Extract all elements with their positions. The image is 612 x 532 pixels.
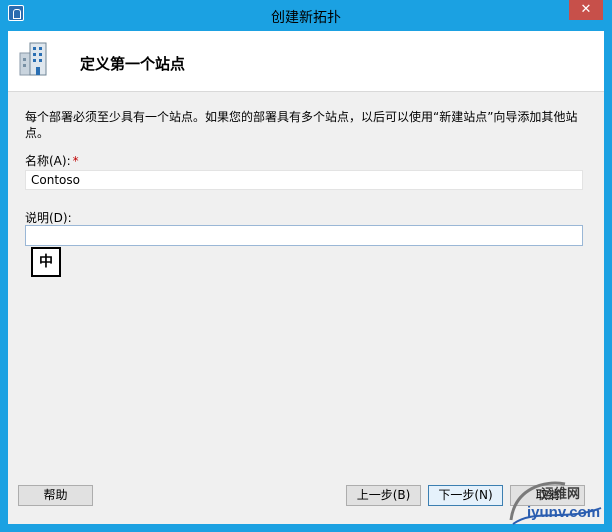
name-label: 名称(A): * [25, 152, 79, 169]
ime-mode-indicator[interactable]: 中 [31, 247, 61, 277]
wizard-header: 定义第一个站点 [8, 31, 604, 92]
previous-button[interactable]: 上一步(B) [346, 485, 421, 506]
name-input[interactable] [25, 170, 583, 190]
instruction-text: 每个部署必须至少具有一个站点。如果您的部署具有多个站点，以后可以使用“新建站点”… [25, 110, 578, 140]
dialog-client: 定义第一个站点 每个部署必须至少具有一个站点。如果您的部署具有多个站点，以后可以… [8, 31, 604, 524]
cancel-button[interactable]: 取消 [510, 485, 585, 506]
required-marker: * [72, 154, 79, 168]
description-input[interactable] [25, 225, 583, 246]
window-title: 创建新拓扑 [271, 10, 341, 26]
help-button[interactable]: 帮助 [18, 485, 93, 506]
description-label: 说明(D): [25, 211, 72, 225]
next-button[interactable]: 下一步(N) [428, 485, 503, 506]
dialog-window: 创建新拓扑 ✕ 定义第一个站点 每个部署必须至少具有一个站点。如果您的部署具有多… [0, 0, 612, 532]
building-icon [19, 42, 47, 76]
page-title: 定义第一个站点 [80, 55, 186, 73]
name-label-text: 名称(A): [25, 154, 71, 168]
close-button[interactable]: ✕ [569, 0, 603, 20]
title-bar[interactable]: 创建新拓扑 ✕ [0, 0, 612, 31]
